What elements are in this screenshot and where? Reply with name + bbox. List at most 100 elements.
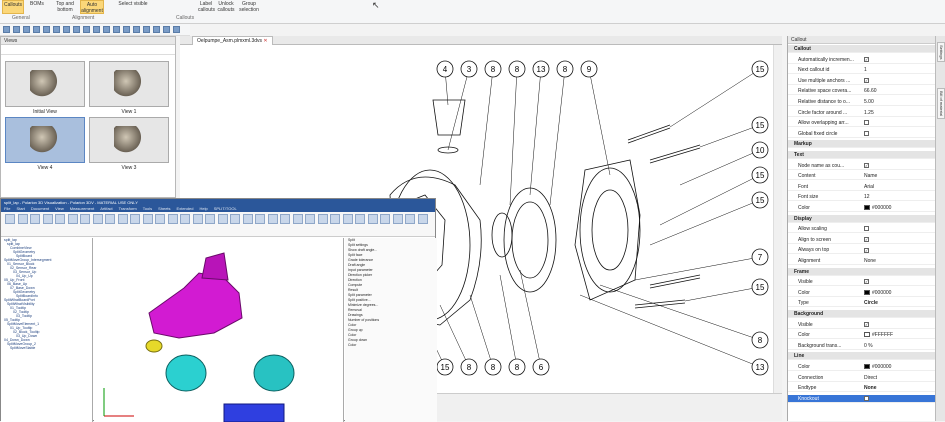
inset-ribbon-icon[interactable] bbox=[192, 214, 203, 224]
property-value[interactable]: ✓ bbox=[864, 278, 869, 286]
ribbon-button-4[interactable]: Select visible bbox=[113, 0, 153, 14]
property-value[interactable]: ✓ bbox=[864, 162, 869, 170]
checkbox[interactable]: ✓ bbox=[864, 247, 869, 253]
toolbar-icon[interactable] bbox=[63, 26, 70, 33]
checkbox[interactable] bbox=[864, 226, 869, 232]
checkbox[interactable]: ✓ bbox=[864, 77, 869, 83]
toolbar-icon[interactable] bbox=[53, 26, 60, 33]
inset-ribbon-icon[interactable] bbox=[292, 214, 303, 224]
property-value[interactable] bbox=[864, 119, 869, 127]
inset-menu-item[interactable]: Extended bbox=[177, 206, 194, 211]
ribbon-button-2[interactable]: Top and bottom bbox=[52, 0, 78, 14]
toolbar-icon[interactable] bbox=[133, 26, 140, 33]
property-row[interactable]: Color #000000 bbox=[788, 204, 936, 212]
inset-ribbon-icon[interactable] bbox=[117, 214, 128, 224]
property-row[interactable]: Allow overlapping arr... bbox=[788, 119, 936, 128]
side-tab[interactable]: Settings bbox=[937, 42, 945, 63]
property-value[interactable]: Circle bbox=[864, 299, 878, 307]
callout-balloon[interactable]: 13 bbox=[751, 358, 769, 376]
toolbar-icon[interactable] bbox=[113, 26, 120, 33]
toolbar-icon[interactable] bbox=[173, 26, 180, 33]
property-row[interactable]: Color #000000 bbox=[788, 289, 936, 297]
tree-item[interactable]: SplitMoveStable bbox=[1, 346, 92, 350]
property-row[interactable]: Visible ✓ bbox=[788, 278, 936, 287]
view-thumbnail[interactable]: View 1 bbox=[89, 61, 169, 119]
ribbon-button-7[interactable]: Group selection bbox=[238, 0, 260, 14]
inset-ribbon-icon[interactable] bbox=[5, 214, 15, 224]
callout-balloon[interactable]: 8 bbox=[484, 358, 502, 376]
inset-menu-item[interactable]: File bbox=[4, 206, 10, 211]
callout-balloon[interactable]: 10 bbox=[751, 141, 769, 159]
inset-ribbon-icon[interactable] bbox=[80, 214, 90, 224]
inset-ribbon-icon[interactable] bbox=[55, 214, 65, 224]
checkbox[interactable] bbox=[864, 130, 869, 136]
callout-balloon[interactable]: 3 bbox=[460, 60, 478, 78]
inset-menu-item[interactable]: Tools bbox=[143, 206, 152, 211]
ribbon-button-6[interactable]: Unlock callouts bbox=[216, 0, 236, 14]
callout-balloon[interactable]: 8 bbox=[460, 358, 478, 376]
view-thumbnail[interactable]: View 3 bbox=[89, 117, 169, 175]
property-row[interactable]: Font Arial bbox=[788, 183, 936, 191]
inset-ribbon-icon[interactable] bbox=[17, 214, 28, 224]
view-thumbnail[interactable]: View 4 bbox=[5, 117, 85, 175]
property-row[interactable]: Circle factor around ... 1.25 bbox=[788, 109, 936, 117]
checkbox[interactable]: ✓ bbox=[864, 321, 869, 327]
property-value[interactable]: ✓ bbox=[864, 56, 869, 64]
property-value[interactable]: ✓ bbox=[864, 321, 869, 329]
property-row[interactable]: Color #000000 bbox=[788, 363, 936, 371]
property-row[interactable]: Next callout id 1 bbox=[788, 66, 936, 75]
callout-balloon[interactable]: 15 bbox=[751, 191, 769, 209]
inset-ribbon-icon[interactable] bbox=[355, 214, 365, 224]
toolbar-icon[interactable] bbox=[23, 26, 30, 33]
property-value[interactable]: 66.60 bbox=[864, 87, 877, 95]
inset-ribbon-icon[interactable] bbox=[155, 214, 165, 224]
close-icon[interactable]: ✕ bbox=[263, 38, 267, 44]
toolbar-icon[interactable] bbox=[3, 26, 10, 33]
toolbar-icon[interactable] bbox=[43, 26, 50, 33]
property-value[interactable] bbox=[864, 225, 869, 233]
inset-ribbon-icon[interactable] bbox=[242, 214, 253, 224]
inset-ribbon-icon[interactable] bbox=[42, 214, 53, 224]
inset-ribbon-icon[interactable] bbox=[130, 214, 140, 224]
inset-menu-item[interactable]: Sheets bbox=[158, 206, 170, 211]
property-value[interactable]: Direct bbox=[864, 374, 877, 382]
property-value[interactable]: 5.00 bbox=[864, 98, 874, 106]
inset-ribbon-icon[interactable] bbox=[342, 214, 353, 224]
inset-ribbon-icon[interactable] bbox=[30, 214, 40, 224]
property-value[interactable]: Arial bbox=[864, 183, 874, 191]
inset-ribbon-icon[interactable] bbox=[217, 214, 228, 224]
property-value[interactable]: #FFFFFF bbox=[864, 331, 893, 339]
toolbar-icon[interactable] bbox=[153, 26, 160, 33]
property-row[interactable]: Relative space covera... 66.60 bbox=[788, 87, 936, 96]
checkbox[interactable]: ✓ bbox=[864, 162, 869, 168]
toolbar-icon[interactable] bbox=[103, 26, 110, 33]
property-value[interactable] bbox=[864, 130, 869, 138]
inset-ribbon-icon[interactable] bbox=[417, 214, 428, 224]
ribbon-button-5[interactable]: Label callouts bbox=[198, 0, 215, 14]
property-row[interactable]: Content Name bbox=[788, 172, 936, 181]
property-value[interactable]: Name bbox=[864, 172, 877, 180]
property-row[interactable]: Color #FFFFFF bbox=[788, 331, 936, 340]
property-row[interactable]: Global fixed circle bbox=[788, 130, 936, 138]
property-row[interactable]: Font size 12 bbox=[788, 193, 936, 202]
toolbar-icon[interactable] bbox=[73, 26, 80, 33]
property-value[interactable]: ✓ bbox=[864, 246, 869, 254]
callout-balloon[interactable]: 15 bbox=[751, 166, 769, 184]
property-value[interactable]: ✓ bbox=[864, 77, 869, 85]
inset-ribbon-icon[interactable] bbox=[105, 214, 115, 224]
inset-ribbon-icon[interactable] bbox=[330, 214, 340, 224]
inset-ribbon-icon[interactable] bbox=[67, 214, 78, 224]
checkbox[interactable]: ✓ bbox=[864, 279, 869, 285]
inset-3d-viewport[interactable] bbox=[94, 238, 344, 422]
inset-ribbon-icon[interactable] bbox=[305, 214, 315, 224]
checkbox[interactable] bbox=[864, 120, 869, 126]
inset-menu-item[interactable]: Measurement bbox=[70, 206, 94, 211]
callout-balloon[interactable]: 7 bbox=[751, 248, 769, 266]
inset-ribbon-icon[interactable] bbox=[180, 214, 190, 224]
callout-balloon[interactable]: 15 bbox=[751, 116, 769, 134]
toolbar-icon[interactable] bbox=[123, 26, 130, 33]
property-value[interactable]: ✓ bbox=[864, 236, 869, 244]
inset-ribbon-icon[interactable] bbox=[230, 214, 240, 224]
inset-ribbon-icon[interactable] bbox=[92, 214, 103, 224]
inset-menu-item[interactable]: Artifact bbox=[100, 206, 112, 211]
